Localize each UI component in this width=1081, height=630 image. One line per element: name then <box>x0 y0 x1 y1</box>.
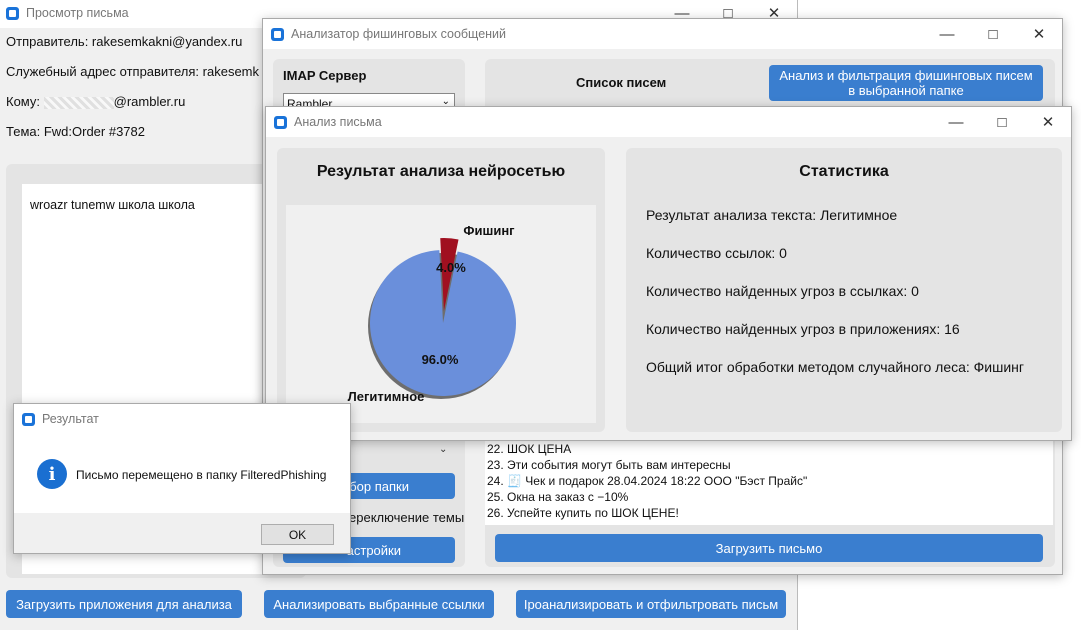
analyzer-titlebar[interactable]: Анализатор фишинговых сообщений — □ ✕ <box>263 19 1062 49</box>
close-icon[interactable]: ✕ <box>1016 19 1062 49</box>
email-list[interactable]: 22. ШОК ЦЕНА 23. Эти события могут быть в… <box>485 429 1053 525</box>
stat-line: Количество найденных угроз в ссылках: 0 <box>646 283 919 299</box>
analysis-window: Анализ письма — □ ✕ Результат анализа не… <box>265 106 1072 441</box>
list-item[interactable]: 25. Окна на заказ с −10% <box>487 489 1053 505</box>
result-titlebar[interactable]: Результат <box>14 404 350 434</box>
stat-line: Общий итог обработки методом случайного … <box>646 359 1025 375</box>
pie-value-phishing: 4.0% <box>436 260 466 275</box>
window-title: Анализатор фишинговых сообщений <box>291 27 507 41</box>
stat-line: Количество найденных угроз в приложениях… <box>646 321 960 337</box>
result-dialog: Результат i Письмо перемещено в папку Fi… <box>13 403 351 554</box>
redacted-name <box>43 96 114 109</box>
close-icon[interactable]: ✕ <box>1025 107 1071 137</box>
maximize-icon[interactable]: □ <box>979 107 1025 137</box>
sender-field: Отправитель: rakesemkakni@yandex.ru <box>6 34 243 49</box>
pie-value-legit: 96.0% <box>422 352 459 367</box>
theme-switch-label[interactable]: ереключение темы <box>349 510 464 525</box>
load-attachments-button[interactable]: Загрузить приложения для анализа <box>6 590 242 618</box>
minimize-icon[interactable]: — <box>933 107 979 137</box>
window-title: Анализ письма <box>294 115 382 129</box>
list-item[interactable]: 22. ШОК ЦЕНА <box>487 441 1053 457</box>
email-list-title: Список писем <box>576 75 667 90</box>
minimize-icon[interactable]: — <box>924 19 970 49</box>
stat-line: Результат анализа текста: Легитимное <box>646 207 898 223</box>
filter-folder-button[interactable]: Анализ и фильтрация фишинговых писем в в… <box>769 65 1043 101</box>
pie-chart: Фишинг 4.0% 96.0% Легитимное <box>348 223 516 404</box>
app-icon <box>22 412 35 426</box>
stat-line: Количество ссылок: 0 <box>646 245 787 261</box>
nn-title: Результат анализа нейросетью <box>316 163 566 180</box>
pie-label-phishing: Фишинг <box>463 223 515 238</box>
recipient-field: Кому: @rambler.ru <box>6 94 185 109</box>
analyze-links-button[interactable]: Анализировать выбранные ссылки <box>264 590 494 618</box>
imap-label: IMAP Сервер <box>283 68 367 83</box>
list-item[interactable]: 26. Успейте купить по ШОК ЦЕНЕ! <box>487 505 1053 521</box>
analyze-filter-button[interactable]: Іроанализировать и отфильтровать письм <box>516 590 786 618</box>
window-title: Просмотр письма <box>26 6 129 20</box>
folder-dropdown-arrow[interactable]: ⌄ <box>439 444 447 455</box>
ok-button[interactable]: OK <box>261 524 334 545</box>
stats-title: Статистика <box>799 163 889 180</box>
dialog-title: Результат <box>42 412 99 426</box>
list-item[interactable]: 23. Эти события могут быть вам интересны <box>487 457 1053 473</box>
maximize-icon[interactable]: □ <box>970 19 1016 49</box>
body-text: wroazr tunemw школа школа <box>30 198 195 212</box>
service-sender-field: Служебный адрес отправителя: rakesemk <box>6 64 259 79</box>
subject-field: Тема: Fwd:Order #3782 <box>6 124 145 139</box>
analysis-titlebar[interactable]: Анализ письма — □ ✕ <box>266 107 1071 137</box>
result-message: Письмо перемещено в папку FilteredPhishi… <box>76 468 327 482</box>
list-item[interactable]: 24. 🧾 Чек и подарок 28.04.2024 18:22 ООО… <box>487 473 1053 489</box>
app-icon <box>271 27 284 41</box>
load-email-button[interactable]: Загрузить письмо <box>495 534 1043 562</box>
info-icon: i <box>37 459 67 489</box>
app-icon <box>274 115 287 129</box>
app-icon <box>6 6 19 20</box>
recipient-prefix: Кому: <box>6 94 40 109</box>
pie-chart-area: Фишинг 4.0% 96.0% Легитимное <box>286 205 596 423</box>
pie-label-legit: Легитимное <box>348 389 425 404</box>
stats-list: Результат анализа текста: Легитимное Коли… <box>646 207 1024 397</box>
recipient-domain: @rambler.ru <box>113 94 186 109</box>
